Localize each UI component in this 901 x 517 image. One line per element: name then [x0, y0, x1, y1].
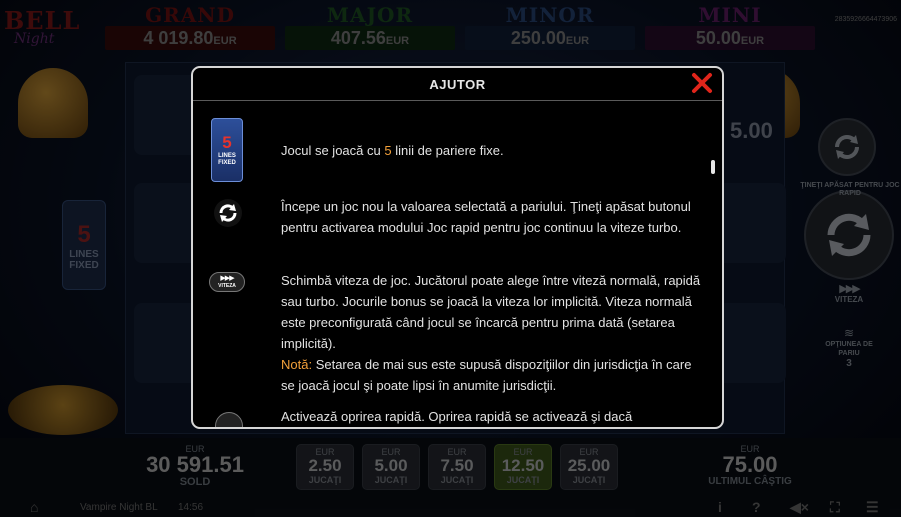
- help-item-speed: ▶▶▶ VITEZA Schimbă viteza de joc. Jucăto…: [193, 270, 700, 420]
- close-icon[interactable]: [690, 71, 714, 95]
- game-name: Vampire Night BL: [80, 502, 158, 513]
- bet-button-active[interactable]: EUR 12.50 JUCAŢI: [494, 444, 552, 490]
- mute-icon[interactable]: ◀×: [790, 499, 809, 516]
- jackpot-value: 50.00EUR: [645, 26, 815, 50]
- jackpot-minor: MINOR 250.00EUR: [465, 4, 635, 52]
- help-text: Jocul se joacă cu 5 linii de pariere fix…: [281, 143, 504, 158]
- game-logo: BELL Night: [4, 6, 81, 47]
- partial-win-display: 5.00: [730, 118, 773, 143]
- help-text: Activează oprirea rapidă. Oprirea rapidă…: [281, 409, 633, 424]
- speed-icon: ▶▶▶ VITEZA: [209, 272, 245, 292]
- last-win-display: EUR 75.00 ULTIMUL CÂŞTIG: [708, 444, 792, 487]
- lines-fixed-badge: 5 LINES FIXED: [62, 200, 106, 290]
- bell-decoration-icon: [18, 68, 88, 138]
- info-icon[interactable]: i: [718, 499, 722, 515]
- status-bar: ⌂ Vampire Night BL 14:56 i ? ◀× ⛶ ☰: [0, 498, 901, 517]
- help-text: Începe un joc nou la valoarea selectată …: [281, 199, 691, 235]
- coins-decoration-icon: [8, 385, 118, 435]
- jackpot-value: 4 019.80EUR: [105, 26, 275, 50]
- jackpot-value: 407.56EUR: [285, 26, 455, 50]
- jackpot-name: MINOR: [505, 3, 595, 27]
- game-screen: BELL Night GRAND 4 019.80EUR MAJOR 407.5…: [0, 0, 901, 517]
- refresh-icon: [214, 199, 242, 227]
- jackpot-name: GRAND: [145, 3, 235, 27]
- help-item-spin: Începe un joc nou la valoarea selectată …: [193, 196, 693, 266]
- bet-button[interactable]: EUR 5.00 JUCAŢI: [362, 444, 420, 490]
- help-dialog-content[interactable]: 5 LINES FIXED Jocul se joacă cu 5 linii …: [193, 102, 722, 427]
- reel-symbol: [716, 183, 786, 263]
- jackpot-mini: MINI 50.00EUR: [645, 4, 815, 52]
- bottom-bar: EUR 30 591.51 SOLD EUR 2.50 JUCAŢI EUR 5.00…: [0, 438, 901, 517]
- fullscreen-icon[interactable]: ⛶: [830, 499, 840, 516]
- session-id: 2835926664473906: [834, 16, 897, 23]
- stop-icon: [215, 412, 243, 427]
- speed-icon: ▶▶▶: [839, 283, 860, 295]
- jackpot-name: MAJOR: [326, 3, 414, 27]
- jackpot-name: MINI: [698, 3, 762, 27]
- coins-stack-icon: ≋: [843, 326, 855, 340]
- help-item-lines: 5 LINES FIXED Jocul se joacă cu 5 linii …: [193, 118, 693, 188]
- help-icon[interactable]: ?: [752, 499, 761, 515]
- bet-button[interactable]: EUR 7.50 JUCAŢI: [428, 444, 486, 490]
- spin-icon: [827, 213, 871, 257]
- scrollbar-thumb[interactable]: [711, 160, 715, 174]
- jackpot-major: MAJOR 407.56EUR: [285, 4, 455, 52]
- autoplay-icon: [835, 135, 859, 159]
- reel-symbol: [716, 303, 786, 383]
- spin-button[interactable]: [804, 190, 894, 280]
- balance-display: EUR 30 591.51 SOLD: [146, 444, 244, 488]
- bet-button[interactable]: EUR 2.50 JUCAŢI: [296, 444, 354, 490]
- bet-options-button[interactable]: ≋ OPŢIUNEA DE PARIU 3: [816, 326, 882, 369]
- help-dialog-header: AJUTOR: [193, 68, 722, 101]
- jackpot-bar: BELL Night GRAND 4 019.80EUR MAJOR 407.5…: [0, 0, 901, 56]
- help-text: Schimbă viteza de joc. Jucătorul poate a…: [281, 273, 701, 393]
- bet-button[interactable]: EUR 25.00 JUCAŢI: [560, 444, 618, 490]
- autoplay-button[interactable]: [818, 118, 876, 176]
- speed-button[interactable]: ▶▶▶ VITEZA: [824, 282, 874, 304]
- help-dialog: AJUTOR 5 LINES FIXED Jocul se joacă cu 5…: [191, 66, 724, 429]
- jackpot-value: 250.00EUR: [465, 26, 635, 50]
- help-dialog-title: AJUTOR: [429, 77, 486, 92]
- home-icon[interactable]: ⌂: [30, 499, 38, 515]
- note-label: Notă:: [281, 357, 313, 372]
- help-item-quickstop: Activează oprirea rapidă. Oprirea rapidă…: [193, 406, 693, 427]
- clock: 14:56: [178, 502, 204, 513]
- menu-icon[interactable]: ☰: [866, 499, 879, 516]
- lines-fixed-icon: 5 LINES FIXED: [211, 118, 243, 182]
- jackpot-grand: GRAND 4 019.80EUR: [105, 4, 275, 52]
- turbo-hint: ŢINEŢI APĂSAT PENTRU JOC RAPID: [800, 182, 900, 197]
